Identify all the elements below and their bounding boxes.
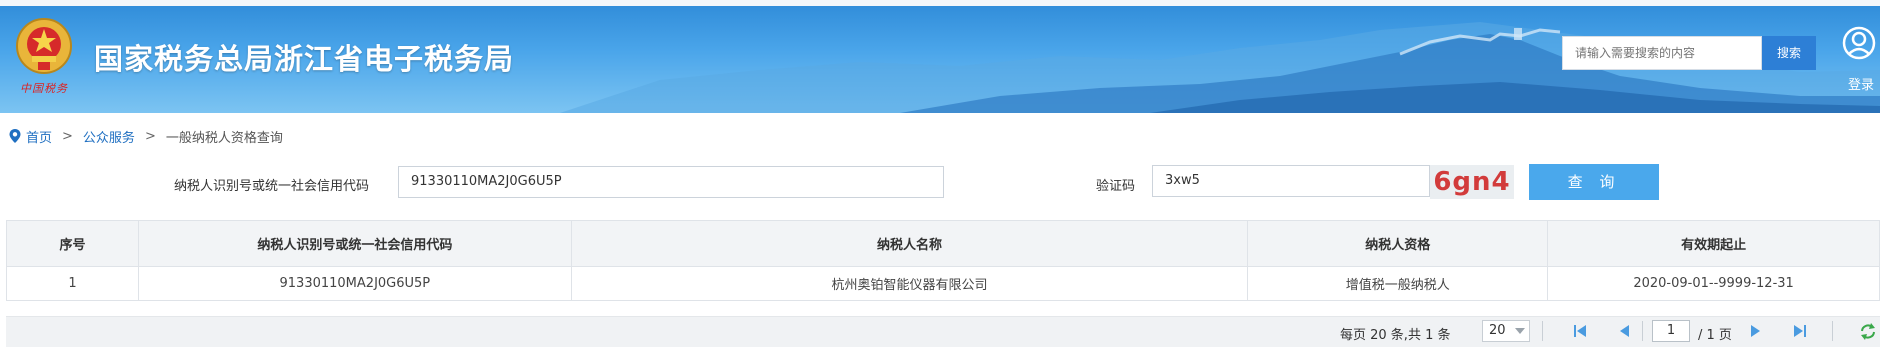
refresh-icon[interactable] [1858, 322, 1878, 340]
header-banner: 中国税务 国家税务总局浙江省电子税务局 搜索 登录 [0, 0, 1880, 113]
column-header-validity-period: 有效期起止 [1547, 220, 1880, 267]
pager-divider [1832, 321, 1833, 341]
cell-qualification: 增值税一般纳税人 [1247, 266, 1549, 301]
login-link[interactable]: 登录 [1848, 74, 1874, 93]
chevron-down-icon [1515, 328, 1525, 334]
site-title: 国家税务总局浙江省电子税务局 [94, 42, 515, 76]
cell-validity-period: 2020-09-01--9999-12-31 [1547, 266, 1880, 301]
next-page-icon[interactable] [1746, 322, 1766, 340]
captcha-label: 验证码 [1096, 179, 1136, 194]
cell-taxpayer-id: 91330110MA2J0G6U5P [137, 266, 572, 301]
breadcrumb: 首页 > 公众服务 > 一般纳税人资格查询 [8, 126, 283, 146]
user-login-icon[interactable] [1842, 26, 1876, 72]
pager-divider [1542, 321, 1543, 341]
result-table: 序号 纳税人识别号或统一社会信用代码 纳税人名称 纳税人资格 有效期起止 1 9… [6, 220, 1880, 301]
breadcrumb-separator: > [144, 128, 156, 144]
total-pages-label: / 1 页 [1698, 328, 1732, 343]
breadcrumb-separator: > [62, 128, 73, 144]
cell-taxpayer-name: 杭州奥铂智能仪器有限公司 [570, 266, 1249, 301]
first-page-icon[interactable] [1570, 322, 1590, 340]
national-emblem-icon [16, 18, 72, 74]
breadcrumb-home-link[interactable]: 首页 [26, 127, 52, 146]
query-button[interactable]: 查 询 [1529, 164, 1659, 200]
taxpayer-id-label: 纳税人识别号或统一社会信用代码 [174, 179, 370, 194]
column-header-qualification: 纳税人资格 [1247, 220, 1549, 267]
pagination-summary: 每页 20 条,共 1 条 [1340, 328, 1451, 343]
last-page-icon[interactable] [1790, 322, 1810, 340]
cell-index: 1 [6, 266, 139, 301]
location-pin-icon [9, 129, 21, 143]
taxpayer-id-input[interactable]: 91330110MA2J0G6U5P [398, 166, 944, 198]
column-header-index: 序号 [6, 220, 139, 267]
column-header-taxpayer-id: 纳税人识别号或统一社会信用代码 [137, 220, 572, 267]
search-input[interactable] [1562, 36, 1762, 70]
breadcrumb-current-page: 一般纳税人资格查询 [165, 130, 283, 146]
breadcrumb-public-service-link[interactable]: 公众服务 [83, 127, 135, 146]
column-header-taxpayer-name: 纳税人名称 [570, 220, 1249, 267]
table-row: 1 91330110MA2J0G6U5P 杭州奥铂智能仪器有限公司 增值税一般纳… [6, 266, 1880, 301]
page-size-select[interactable]: 20 [1482, 320, 1530, 342]
pager-divider [1642, 321, 1643, 341]
captcha-image[interactable]: 6gn4 [1430, 165, 1514, 199]
pagination-bar: 每页 20 条,共 1 条 20 1 / 1 页 [6, 316, 1880, 347]
captcha-input[interactable]: 3xw5 [1152, 165, 1430, 197]
search-button[interactable]: 搜索 [1762, 36, 1816, 70]
previous-page-icon[interactable] [1614, 322, 1634, 340]
table-header-row: 序号 纳税人识别号或统一社会信用代码 纳税人名称 纳税人资格 有效期起止 [6, 220, 1880, 267]
emblem-caption: 中国税务 [20, 82, 68, 95]
page-size-value: 20 [1489, 323, 1506, 338]
current-page-input[interactable]: 1 [1652, 320, 1690, 342]
